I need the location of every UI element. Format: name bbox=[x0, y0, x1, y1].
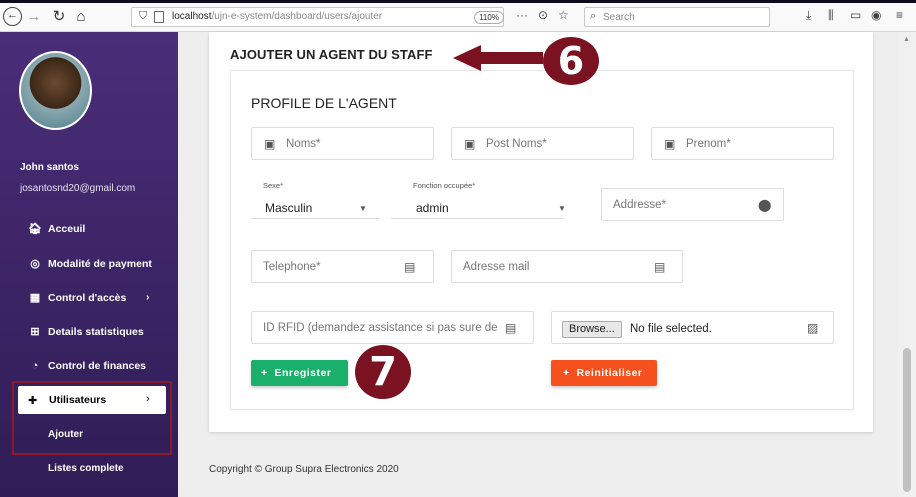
sexe-label: Sexe* bbox=[263, 181, 284, 190]
sidebar-item-label: Modalité de payment bbox=[48, 258, 152, 270]
rfid-field[interactable]: ID RFID (demandez assistance si pas sure… bbox=[251, 311, 534, 344]
id-card-icon: ▣ bbox=[264, 137, 276, 151]
bookmark-star-icon[interactable]: ☆ bbox=[558, 8, 569, 22]
avatar bbox=[19, 51, 92, 130]
contact-card-icon: ▤ bbox=[654, 260, 666, 274]
sidebar-subitem-listes[interactable]: Listes complete bbox=[48, 463, 124, 474]
adresse-field[interactable]: Addresse* ⬤ bbox=[601, 188, 784, 221]
adresse-placeholder: Addresse* bbox=[613, 199, 667, 211]
fonction-value: admin bbox=[416, 201, 449, 215]
url-text: localhost/ujn-e-system/dashboard/users/a… bbox=[172, 11, 383, 22]
telephone-placeholder: Telephone* bbox=[263, 261, 321, 273]
plus-icon: + bbox=[261, 367, 268, 379]
user-email: josantosnd20@gmail.com bbox=[20, 183, 136, 194]
browse-button[interactable]: Browse... bbox=[562, 321, 622, 338]
annotation-highlight-box bbox=[12, 381, 172, 455]
sidebar-item-acceuil[interactable]: 🏠︎ Acceuil bbox=[28, 222, 85, 235]
caret-down-icon: ▼ bbox=[558, 204, 566, 213]
pie-chart-icon: ◔ bbox=[31, 360, 39, 372]
contact-card-icon: ▤ bbox=[505, 321, 517, 335]
shield-icon: ⛉ bbox=[139, 10, 148, 22]
sidebar-item-label: Control d'accès bbox=[48, 292, 127, 304]
fonction-label: Fonction occupée* bbox=[413, 181, 476, 190]
file-status: No file selected. bbox=[630, 323, 712, 335]
plus-icon: + bbox=[563, 367, 570, 379]
search-icon: ⌕ bbox=[590, 10, 597, 22]
sidebar-item-statistics[interactable]: ⊞ Details statistiques bbox=[28, 325, 144, 338]
telephone-field[interactable]: Telephone* ▤ bbox=[251, 250, 434, 283]
email-field[interactable]: Adresse mail ▤ bbox=[451, 250, 683, 283]
sidebar-item-label: Control de finances bbox=[48, 360, 147, 372]
file-upload-field[interactable]: Browse... No file selected. ▨ bbox=[551, 311, 834, 344]
chevron-right-icon: › bbox=[146, 291, 150, 303]
post-noms-field[interactable]: ▣ Post Noms* bbox=[451, 127, 634, 160]
id-card-icon: ▣ bbox=[664, 137, 676, 151]
sidebar-item-label: Details statistiques bbox=[48, 326, 144, 338]
agent-profile-panel: PROFILE DE L'AGENT ▣ Noms* ▣ Post Noms* … bbox=[230, 70, 854, 410]
prenom-field[interactable]: ▣ Prenom* bbox=[651, 127, 834, 160]
payment-icon: ◎ bbox=[30, 258, 40, 270]
zoom-level[interactable]: 110% bbox=[474, 11, 504, 24]
form-card: AJOUTER UN AGENT DU STAFF PROFILE DE L'A… bbox=[209, 32, 873, 432]
download-icon[interactable]: ⤓ bbox=[806, 8, 811, 23]
page-title: AJOUTER UN AGENT DU STAFF bbox=[230, 47, 433, 62]
back-arrow-icon[interactable]: ← bbox=[3, 7, 22, 26]
noms-field[interactable]: ▣ Noms* bbox=[251, 127, 434, 160]
access-control-icon: ▦ bbox=[29, 292, 41, 304]
reset-button[interactable]: + Reinitialiser bbox=[551, 360, 657, 386]
scroll-up-icon[interactable]: ▲ bbox=[903, 36, 910, 43]
more-actions-icon[interactable]: ··· bbox=[516, 8, 528, 22]
id-card-icon: ▣ bbox=[464, 137, 476, 151]
fonction-select[interactable]: Fonction occupée* admin ▼ bbox=[391, 179, 566, 219]
pocket-icon[interactable]: ⊙ bbox=[538, 8, 548, 22]
scrollbar-thumb[interactable] bbox=[903, 348, 911, 492]
extension-icon[interactable]: ◉ bbox=[871, 8, 881, 22]
forward-arrow-icon[interactable]: → bbox=[25, 8, 43, 26]
sidebar-item-finances[interactable]: ◔ Control de finances bbox=[28, 360, 146, 372]
library-icon[interactable]: ⫼ bbox=[828, 8, 834, 23]
post-noms-placeholder: Post Noms* bbox=[486, 138, 547, 150]
prenom-placeholder: Prenom* bbox=[686, 138, 731, 150]
page-scrollbar[interactable]: ▲ bbox=[898, 32, 916, 497]
home-icon[interactable]: ⌂ bbox=[72, 8, 90, 26]
page-icon bbox=[154, 11, 164, 23]
noms-placeholder: Noms* bbox=[286, 138, 321, 150]
contact-card-icon: ▤ bbox=[404, 260, 416, 274]
menu-icon[interactable]: ≡ bbox=[896, 8, 903, 22]
sidebar-item-label: Acceuil bbox=[48, 223, 86, 235]
reload-icon[interactable]: ↻ bbox=[50, 8, 68, 26]
annotation-step-7: 7 bbox=[355, 345, 411, 399]
rfid-placeholder: ID RFID (demandez assistance si pas sure… bbox=[263, 322, 498, 334]
footer-copyright: Copyright © Group Supra Electronics 2020 bbox=[209, 464, 399, 475]
sidebar-item-access-control[interactable]: ▦ Control d'accès › bbox=[28, 291, 150, 304]
search-input[interactable]: ⌕ Search bbox=[584, 7, 770, 27]
sidebar-toggle-icon[interactable]: ▭ bbox=[850, 8, 861, 22]
home-icon: 🏠︎ bbox=[28, 223, 42, 235]
save-button-label: Enregister bbox=[274, 367, 332, 379]
save-button[interactable]: + Enregister bbox=[251, 360, 348, 386]
email-placeholder: Adresse mail bbox=[463, 261, 530, 273]
annotation-step-6: 6 bbox=[543, 37, 599, 85]
table-icon: ⊞ bbox=[30, 326, 40, 338]
caret-down-icon: ▼ bbox=[359, 204, 367, 213]
section-title: PROFILE DE L'AGENT bbox=[251, 95, 397, 111]
main-content: AJOUTER UN AGENT DU STAFF PROFILE DE L'A… bbox=[178, 32, 898, 497]
sexe-value: Masculin bbox=[265, 201, 313, 215]
search-placeholder: Search bbox=[603, 12, 635, 23]
browser-toolbar: ← → ↻ ⌂ ⛉ localhost/ujn-e-system/dashboa… bbox=[0, 0, 916, 32]
sidebar-item-payment[interactable]: ◎ Modalité de payment bbox=[28, 257, 152, 270]
reset-button-label: Reinitialiser bbox=[576, 367, 643, 379]
location-pin-icon: ⬤ bbox=[758, 198, 772, 212]
annotation-arrow-icon bbox=[453, 45, 543, 71]
sidebar: John santos josantosnd20@gmail.com 🏠︎ Acc… bbox=[0, 32, 178, 497]
user-name: John santos bbox=[20, 162, 79, 173]
url-bar[interactable]: ⛉ localhost/ujn-e-system/dashboard/users… bbox=[131, 7, 504, 27]
sexe-select[interactable]: Sexe* Masculin ▼ bbox=[251, 179, 379, 219]
image-icon: ▨ bbox=[807, 321, 819, 335]
